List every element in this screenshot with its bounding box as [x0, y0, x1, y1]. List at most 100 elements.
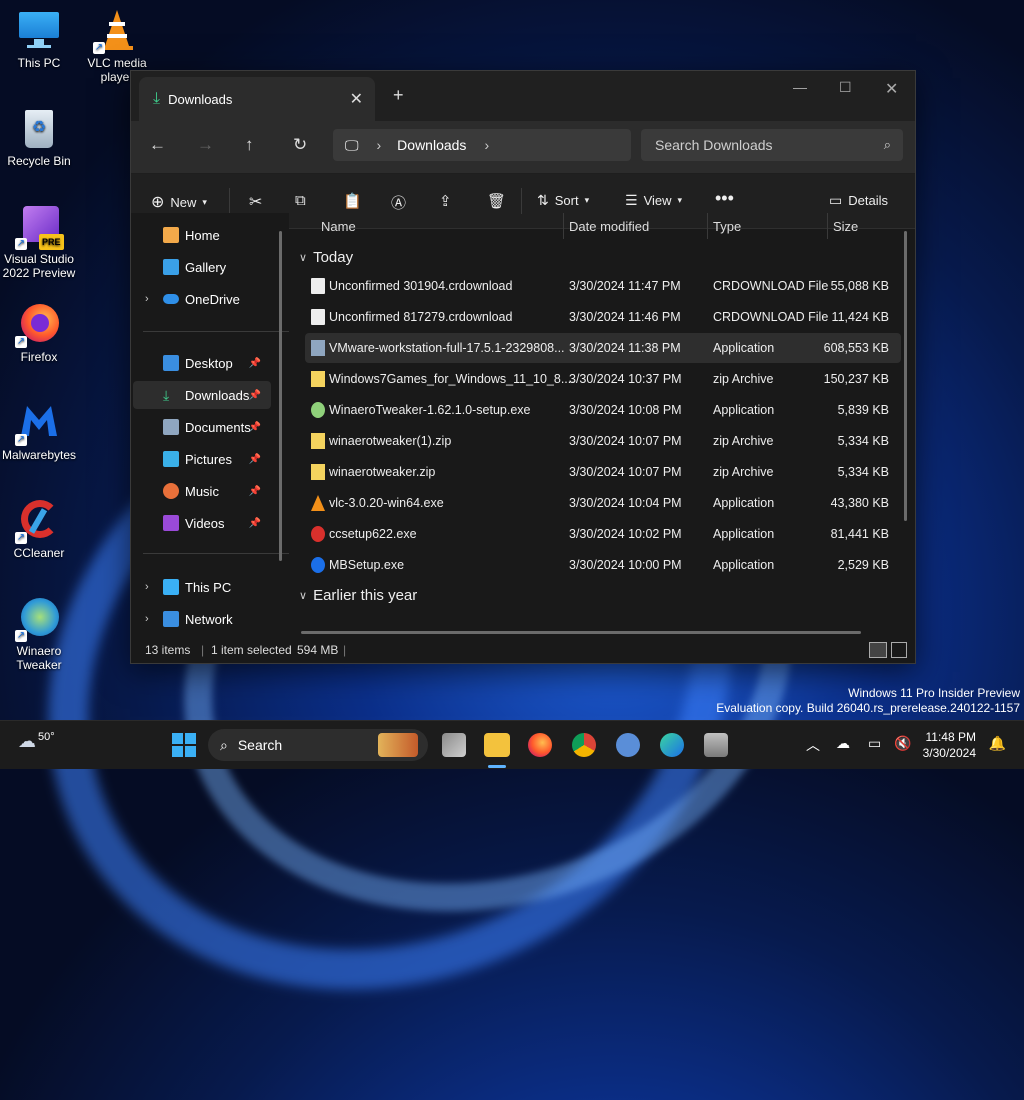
sidebar-scrollbar[interactable]: [279, 231, 282, 561]
group-header-earlier-this-year[interactable]: ∨ Earlier this year: [299, 587, 417, 604]
chevron-up-icon[interactable]: ︿: [806, 735, 820, 755]
desktop-icon-firefox[interactable]: ↗ Firefox: [0, 302, 78, 364]
view-button[interactable]: ☰ View ▾: [625, 192, 682, 209]
pin-icon[interactable]: 📌: [249, 454, 261, 465]
close-window-button[interactable]: ✕: [885, 79, 898, 99]
desktop-icon-malwarebytes[interactable]: ↗ Malwarebytes: [0, 400, 78, 462]
desktop-icon-this-pc[interactable]: This PC: [0, 8, 78, 70]
sidebar-item-desktop[interactable]: Desktop 📌: [133, 349, 271, 377]
address-bar[interactable]: 🖵 › Downloads ›: [333, 129, 631, 161]
search-input[interactable]: Search Downloads: [655, 137, 773, 153]
expand-arrow-icon[interactable]: ›: [145, 293, 149, 305]
column-divider[interactable]: [707, 213, 708, 239]
installer-taskbar-icon[interactable]: [704, 733, 728, 757]
paste-button[interactable]: 📋: [343, 192, 362, 210]
pin-icon[interactable]: 📌: [249, 518, 261, 529]
sidebar-item-network[interactable]: › Network: [133, 605, 271, 633]
weather-widget[interactable]: ☁ 50°: [18, 731, 55, 752]
sidebar-item-this-pc[interactable]: › This PC: [133, 573, 271, 601]
minimize-button[interactable]: —: [793, 79, 807, 95]
copy-button[interactable]: ⧉: [295, 192, 306, 209]
rename-button[interactable]: Ⓐ: [391, 192, 406, 213]
table-row[interactable]: Unconfirmed 817279.crdownload 3/30/2024 …: [305, 302, 901, 332]
column-header-size[interactable]: Size: [833, 219, 858, 234]
delete-button[interactable]: 🗑: [487, 192, 506, 210]
desktop-icon-visual-studio[interactable]: PRE ↗ Visual Studio 2022 Preview: [0, 204, 78, 280]
file-type: Application: [713, 403, 775, 417]
sidebar-item-pictures[interactable]: Pictures 📌: [133, 445, 271, 473]
search-box[interactable]: Search Downloads ⌕: [641, 129, 903, 161]
column-divider[interactable]: [563, 213, 564, 239]
expand-arrow-icon[interactable]: ›: [145, 581, 149, 593]
desktop-icon-recycle-bin[interactable]: ♻ Recycle Bin: [0, 106, 78, 168]
sidebar-item-documents[interactable]: Documents 📌: [133, 413, 271, 441]
sidebar-item-music[interactable]: Music 📌: [133, 477, 271, 505]
column-header-type[interactable]: Type: [713, 219, 741, 234]
column-header-name[interactable]: Name: [321, 219, 356, 234]
sidebar-item-onedrive[interactable]: › OneDrive: [133, 285, 271, 313]
clock[interactable]: 11:48 PM 3/30/2024: [923, 729, 976, 761]
file-explorer-taskbar-icon[interactable]: [484, 733, 510, 757]
details-view-button[interactable]: [869, 642, 887, 658]
table-row[interactable]: winaerotweaker(1).zip 3/30/2024 10:07 PM…: [305, 426, 901, 456]
tiles-view-button[interactable]: [891, 642, 907, 658]
sidebar-item-home[interactable]: Home: [133, 221, 271, 249]
close-tab-icon[interactable]: ✕: [350, 89, 363, 109]
column-divider[interactable]: [827, 213, 828, 239]
volume-muted-icon[interactable]: 🔇: [894, 735, 911, 752]
desktop-icon-ccleaner[interactable]: ↗ CCleaner: [0, 498, 78, 560]
title-bar[interactable]: ⤓ Downloads ✕ + — ☐ ✕: [131, 71, 915, 121]
table-row[interactable]: Windows7Games_for_Windows_11_10_8.... 3/…: [305, 364, 901, 394]
recycle-bin-icon: ♻: [17, 106, 61, 150]
table-row[interactable]: Unconfirmed 301904.crdownload 3/30/2024 …: [305, 271, 901, 301]
sidebar-item-videos[interactable]: Videos 📌: [133, 509, 271, 537]
firefox-taskbar-icon[interactable]: [528, 733, 552, 757]
desktop-icon-winaero-tweaker[interactable]: ↗ Winaero Tweaker: [0, 596, 78, 672]
chrome-taskbar-icon[interactable]: [572, 733, 596, 757]
table-row[interactable]: vlc-3.0.20-win64.exe 3/30/2024 10:04 PM …: [305, 488, 901, 518]
onedrive-tray-icon[interactable]: ☁: [836, 735, 850, 752]
sidebar-item-gallery[interactable]: Gallery: [133, 253, 271, 281]
start-button[interactable]: [172, 733, 196, 757]
sort-button[interactable]: ⇅ Sort ▾: [537, 192, 589, 209]
refresh-button[interactable]: ↻: [293, 135, 307, 155]
share-icon: ⇪: [439, 193, 452, 210]
edge-taskbar-icon[interactable]: [660, 733, 684, 757]
back-button[interactable]: ←: [149, 135, 166, 155]
chevron-right-icon[interactable]: ›: [484, 137, 489, 153]
settings-gear-icon[interactable]: [616, 733, 640, 757]
file-explorer-window[interactable]: ⤓ Downloads ✕ + — ☐ ✕ ← → ↑ ↻ 🖵 › Downlo…: [130, 70, 916, 664]
view-button-label: View: [643, 193, 672, 208]
forward-button[interactable]: →: [197, 135, 214, 155]
group-header-today[interactable]: ∨ Today: [299, 249, 353, 266]
pin-icon[interactable]: 📌: [249, 390, 261, 401]
maximize-button[interactable]: ☐: [839, 79, 852, 96]
table-row[interactable]: WinaeroTweaker-1.62.1.0-setup.exe 3/30/2…: [305, 395, 901, 425]
pin-icon[interactable]: 📌: [249, 358, 261, 369]
new-button[interactable]: ⊕ New ▾: [151, 192, 207, 212]
table-row[interactable]: MBSetup.exe 3/30/2024 10:00 PM Applicati…: [305, 550, 901, 580]
share-button[interactable]: ⇪: [439, 192, 452, 210]
sidebar-item-downloads[interactable]: ⤓ Downloads 📌: [133, 381, 271, 409]
pin-icon[interactable]: 📌: [249, 486, 261, 497]
new-tab-button[interactable]: +: [393, 85, 404, 106]
cut-button[interactable]: ✂: [249, 192, 262, 212]
column-header-date[interactable]: Date modified: [569, 219, 649, 234]
table-row[interactable]: winaerotweaker.zip 3/30/2024 10:07 PM zi…: [305, 457, 901, 487]
more-options-button[interactable]: •••: [715, 188, 734, 209]
horizontal-scrollbar[interactable]: [301, 631, 861, 634]
pin-icon[interactable]: 📌: [249, 422, 261, 433]
tab-downloads[interactable]: ⤓ Downloads ✕: [139, 77, 375, 121]
address-segment-downloads[interactable]: Downloads: [397, 137, 466, 153]
up-button[interactable]: ↑: [245, 135, 254, 155]
table-row[interactable]: ccsetup622.exe 3/30/2024 10:02 PM Applic…: [305, 519, 901, 549]
table-row-selected[interactable]: VMware-workstation-full-17.5.1-2329808..…: [305, 333, 901, 363]
task-view-icon[interactable]: [442, 733, 466, 757]
details-pane-button[interactable]: ▭ Details: [829, 192, 888, 209]
expand-arrow-icon[interactable]: ›: [145, 613, 149, 625]
file-date: 3/30/2024 10:08 PM: [569, 403, 682, 417]
notification-bell-icon[interactable]: 🔔: [989, 735, 1006, 752]
network-tray-icon[interactable]: ▭: [868, 735, 881, 752]
vertical-scrollbar[interactable]: [904, 231, 907, 521]
taskbar-search[interactable]: ⌕ Search: [208, 729, 428, 761]
